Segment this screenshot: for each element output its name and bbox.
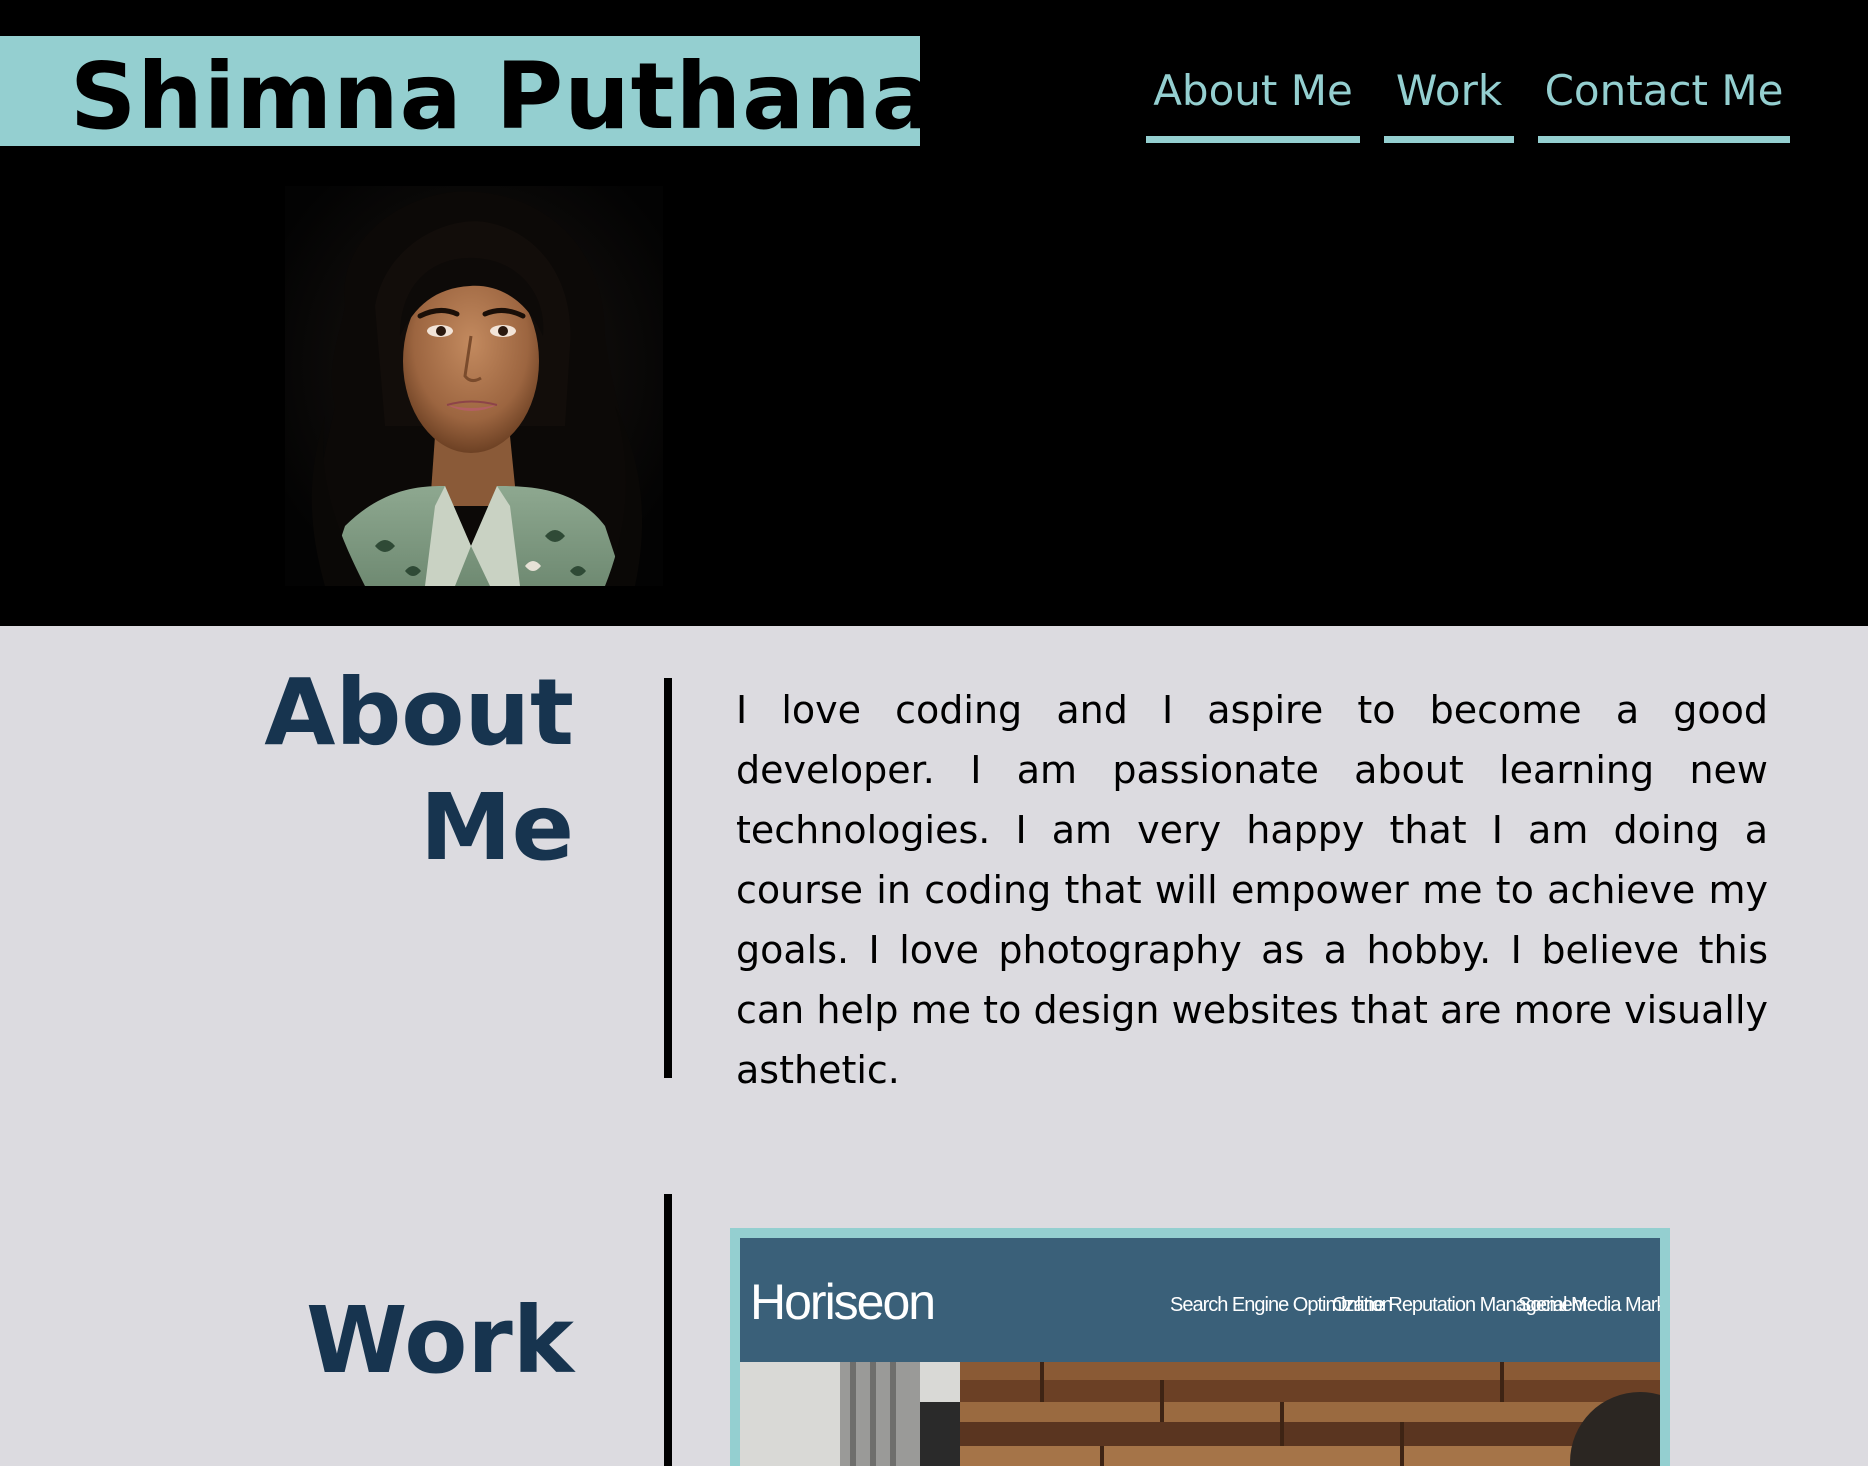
- project-nav-smm: Social Media Marketing: [1518, 1294, 1660, 1316]
- profile-photo: [285, 186, 663, 586]
- project-header-bar: Horiseon Search Engine Optimization Onli…: [740, 1238, 1660, 1362]
- site-title: Shimna Puthanayil: [70, 43, 1059, 150]
- nav-contact-me[interactable]: Contact Me: [1538, 56, 1790, 143]
- about-heading-line2: Me: [420, 774, 574, 881]
- hero-header: Shimna Puthanayil About Me Work Contact …: [0, 0, 1868, 626]
- project-hero-image: [740, 1362, 1660, 1466]
- portfolio-page: Shimna Puthanayil About Me Work Contact …: [0, 0, 1868, 1466]
- nav-about-me[interactable]: About Me: [1146, 56, 1360, 143]
- project-screenshot: Horiseon Search Engine Optimization Onli…: [740, 1238, 1660, 1466]
- project-card-horiseon[interactable]: Horiseon Search Engine Optimization Onli…: [730, 1228, 1670, 1466]
- about-heading: About Me: [240, 655, 574, 885]
- about-paragraph: I love coding and I aspire to become a g…: [736, 688, 1768, 1092]
- about-divider: [664, 678, 672, 1078]
- work-divider: [664, 1194, 672, 1466]
- nav-work[interactable]: Work: [1384, 56, 1514, 143]
- work-heading: Work: [306, 1287, 574, 1394]
- about-heading-line1: About: [264, 659, 574, 766]
- project-logo: Horiseon: [750, 1274, 936, 1330]
